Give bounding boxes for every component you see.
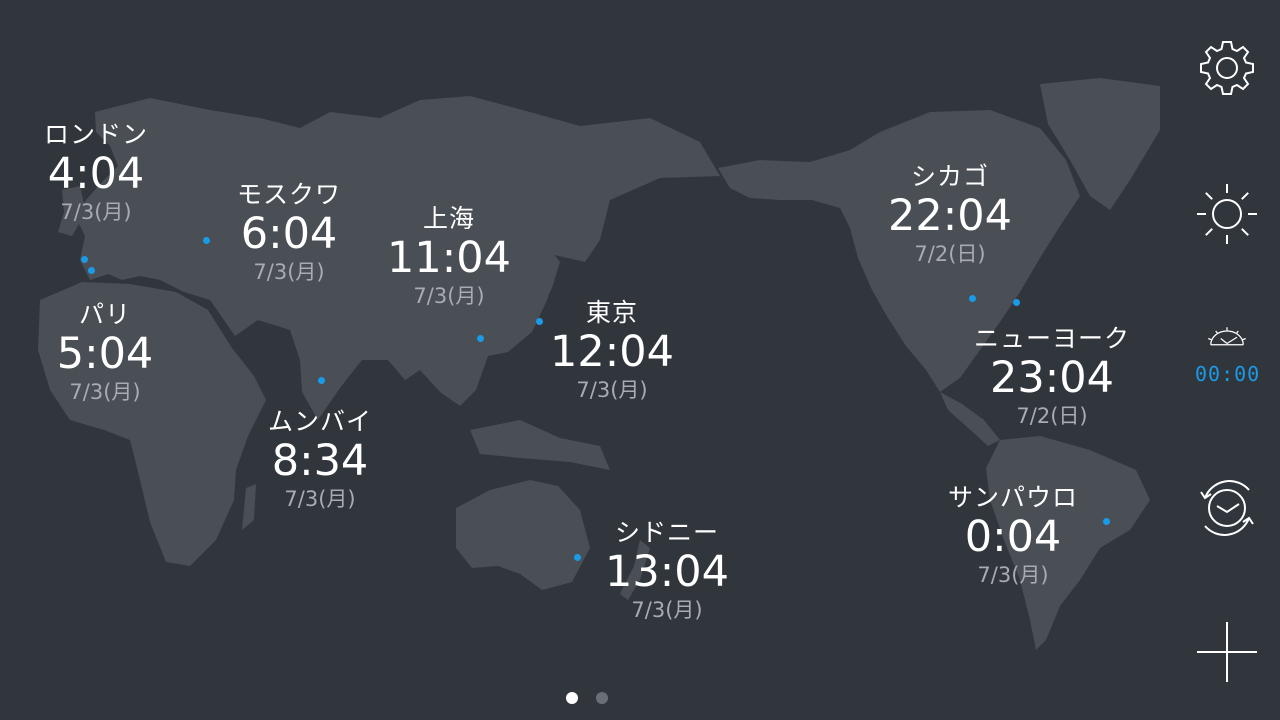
city-clock-new-york[interactable]: ニューヨーク 23:04 7/2(日) xyxy=(962,324,1142,430)
city-clock-tokyo[interactable]: 東京 12:04 7/3(月) xyxy=(532,298,692,404)
city-date: 7/3(月) xyxy=(60,200,132,224)
brightness-button[interactable] xyxy=(1195,182,1259,246)
city-date: 7/3(月) xyxy=(253,260,325,284)
city-time: 0:04 xyxy=(964,512,1062,562)
australia-landmass xyxy=(456,480,590,590)
city-name: シカゴ xyxy=(910,162,989,191)
city-name: モスクワ xyxy=(236,180,341,209)
location-dot-paris xyxy=(88,267,95,274)
city-time: 23:04 xyxy=(990,353,1114,403)
city-time: 12:04 xyxy=(550,327,674,377)
city-date: 7/3(月) xyxy=(69,380,141,404)
rotate-clock-icon xyxy=(1200,480,1254,536)
city-name: ロンドン xyxy=(43,120,148,149)
city-time: 13:04 xyxy=(605,547,729,597)
city-name: パリ xyxy=(78,300,131,329)
location-dot-new-york xyxy=(1013,299,1020,306)
city-name: ムンバイ xyxy=(267,407,372,436)
city-clock-paris[interactable]: パリ 5:04 7/3(月) xyxy=(25,300,185,406)
alarm-time-label: 00:00 xyxy=(1195,362,1261,386)
location-dot-chicago xyxy=(969,295,976,302)
location-dot-london xyxy=(81,256,88,263)
city-date: 7/2(日) xyxy=(1016,404,1088,428)
city-date: 7/3(月) xyxy=(284,487,356,511)
city-time: 11:04 xyxy=(387,233,511,283)
city-date: 7/3(月) xyxy=(631,598,703,622)
city-clock-shanghai[interactable]: 上海 11:04 7/3(月) xyxy=(369,204,529,310)
city-name: 上海 xyxy=(422,204,475,233)
se-asia-islands xyxy=(470,420,610,470)
city-clock-london[interactable]: ロンドン 4:04 7/3(月) xyxy=(16,120,176,226)
location-dot-sydney xyxy=(574,554,581,561)
location-dot-shanghai xyxy=(477,335,484,342)
city-name: ニューヨーク xyxy=(973,324,1130,353)
city-time: 5:04 xyxy=(56,329,154,379)
city-date: 7/2(日) xyxy=(914,242,986,266)
add-city-button[interactable] xyxy=(1195,620,1259,684)
page-dot-active[interactable] xyxy=(566,692,578,704)
city-name: 東京 xyxy=(585,298,638,327)
gear-icon xyxy=(1200,41,1254,95)
city-clock-mumbai[interactable]: ムンバイ 8:34 7/3(月) xyxy=(240,407,400,513)
location-dot-sao-paulo xyxy=(1103,518,1110,525)
alarm-clock-icon xyxy=(1208,327,1246,346)
city-time: 6:04 xyxy=(240,209,338,259)
page-dot[interactable] xyxy=(596,692,608,704)
alarm-button[interactable]: 00:00 xyxy=(1195,326,1259,390)
city-time: 22:04 xyxy=(888,191,1012,241)
rotate-clock-button[interactable] xyxy=(1195,476,1259,540)
city-date: 7/3(月) xyxy=(576,378,648,402)
brightness-icon xyxy=(1197,184,1257,244)
settings-button[interactable] xyxy=(1195,36,1259,100)
city-date: 7/3(月) xyxy=(977,563,1049,587)
city-name: シドニー xyxy=(614,518,719,547)
city-time: 4:04 xyxy=(47,149,145,199)
city-clock-chicago[interactable]: シカゴ 22:04 7/2(日) xyxy=(870,162,1030,268)
city-name: サンパウロ xyxy=(947,483,1078,512)
location-dot-mumbai xyxy=(318,377,325,384)
city-date: 7/3(月) xyxy=(413,284,485,308)
city-clock-moscow[interactable]: モスクワ 6:04 7/3(月) xyxy=(209,180,369,286)
city-time: 8:34 xyxy=(271,436,369,486)
plus-icon xyxy=(1197,622,1257,682)
city-clock-sao-paulo[interactable]: サンパウロ 0:04 7/3(月) xyxy=(933,483,1093,589)
city-clock-sydney[interactable]: シドニー 13:04 7/3(月) xyxy=(587,518,747,624)
